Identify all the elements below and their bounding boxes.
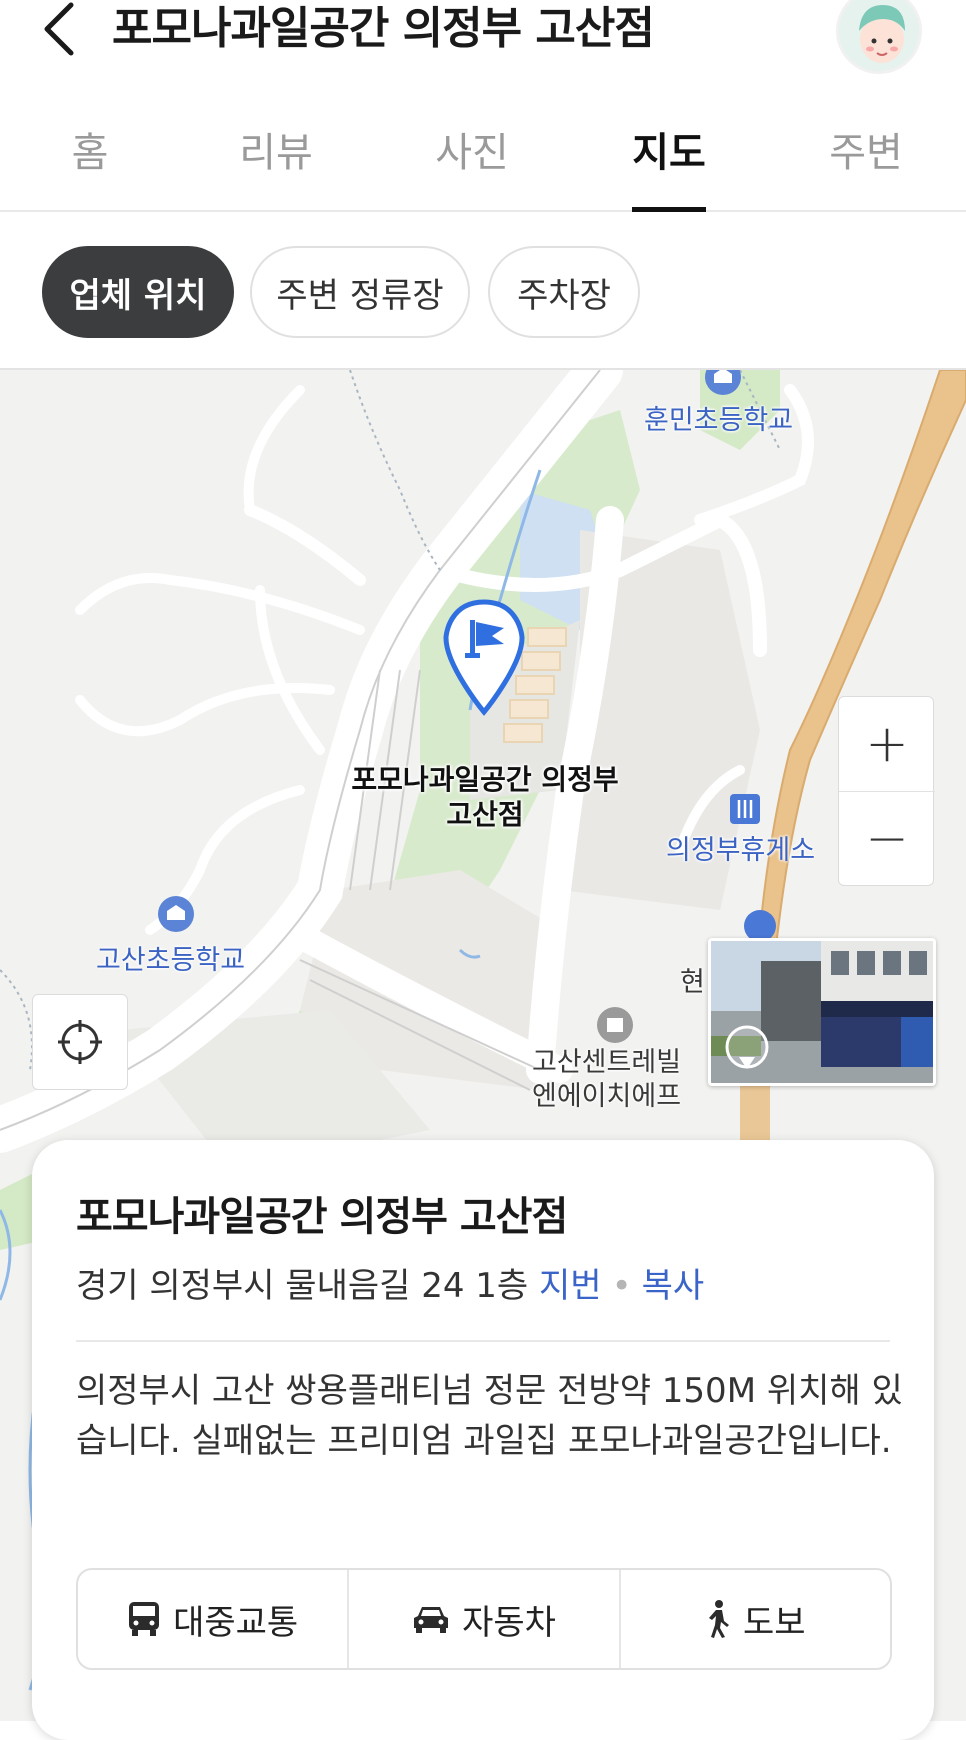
poi-label-gosan-school[interactable]: 고산초등학교 [96, 938, 245, 977]
route-car-button[interactable]: 자동차 [347, 1570, 618, 1668]
place-description: 의정부시 고산 쌍용플래티넘 정문 전방약 150M 위치해 있습니다. 실패없… [76, 1371, 903, 1461]
apartment-icon [597, 1007, 633, 1043]
zoom-out-button[interactable]: − [839, 792, 935, 886]
filter-chips: 업체 위치 주변 정류장 주차장 [0, 212, 966, 370]
school-icon-2 [158, 896, 194, 932]
route-car-label: 자동차 [462, 1602, 556, 1643]
header: 포모나과일공간 의정부 고산점 [0, 0, 966, 74]
chip-business-location[interactable]: 업체 위치 [42, 246, 234, 338]
tab-nearby[interactable]: 주변 [826, 120, 906, 212]
route-options: 대중교통 자동차 도보 [76, 1568, 892, 1670]
poi-label-partial: 현 [680, 967, 705, 998]
tab-bar: 홈 리뷰 사진 지도 주변 [0, 90, 966, 212]
poi-label-gosan-centrel[interactable]: 고산센트레빌 엔에이치에프 [532, 1046, 681, 1114]
zoom-in-button[interactable]: + [839, 697, 935, 791]
page-title: 포모나과일공간 의정부 고산점 [112, 3, 655, 54]
chip-parking[interactable]: 주차장 [488, 246, 640, 338]
user-avatar-icon[interactable] [836, 0, 922, 74]
route-walk-button[interactable]: 도보 [618, 1570, 890, 1668]
walking-icon [709, 1600, 730, 1638]
copy-link[interactable]: 복사 [642, 1266, 705, 1306]
back-button[interactable] [34, 0, 82, 58]
tab-map[interactable]: 지도 [632, 120, 706, 212]
tab-reviews[interactable]: 리뷰 [236, 120, 316, 212]
restaurant-icon [730, 794, 760, 824]
route-walk-label: 도보 [743, 1602, 806, 1643]
jibun-link[interactable]: 지번 [539, 1266, 602, 1306]
address-text: 경기 의정부시 물내음길 24 1층 [76, 1266, 529, 1306]
route-transit-label: 대중교통 [173, 1602, 299, 1643]
divider [76, 1340, 890, 1342]
marker-label: 포모나과일공간 의정부 고산점 [351, 763, 619, 831]
place-info-card: 포모나과일공간 의정부 고산점 경기 의정부시 물내음길 24 1층 지번 • 복사… [32, 1140, 934, 1740]
roadview-image [711, 941, 933, 1083]
tab-home[interactable]: 홈 [70, 120, 110, 212]
place-name: 포모나과일공간 의정부 고산점 [76, 1194, 568, 1240]
poi-label-rest-area[interactable]: 의정부휴게소 [666, 828, 815, 867]
crosshair-icon [58, 1020, 102, 1064]
roadview-thumbnail[interactable] [708, 938, 936, 1086]
chevron-left-icon [44, 2, 74, 56]
tab-photos[interactable]: 사진 [432, 120, 512, 212]
car-icon [414, 1607, 449, 1633]
bus-icon [129, 1602, 160, 1636]
zoom-controls: + − [838, 696, 935, 886]
separator-dot: • [611, 1266, 632, 1306]
poi-label-hunmin-school[interactable]: 훈민초등학교 [644, 398, 793, 437]
route-transit-button[interactable]: 대중교통 [78, 1570, 347, 1668]
avatar-illustration [839, 0, 919, 71]
address-row: 경기 의정부시 물내음길 24 1층 지번 • 복사 [76, 1258, 704, 1307]
chip-nearby-stops[interactable]: 주변 정류장 [250, 246, 470, 338]
current-location-button[interactable] [32, 994, 128, 1090]
